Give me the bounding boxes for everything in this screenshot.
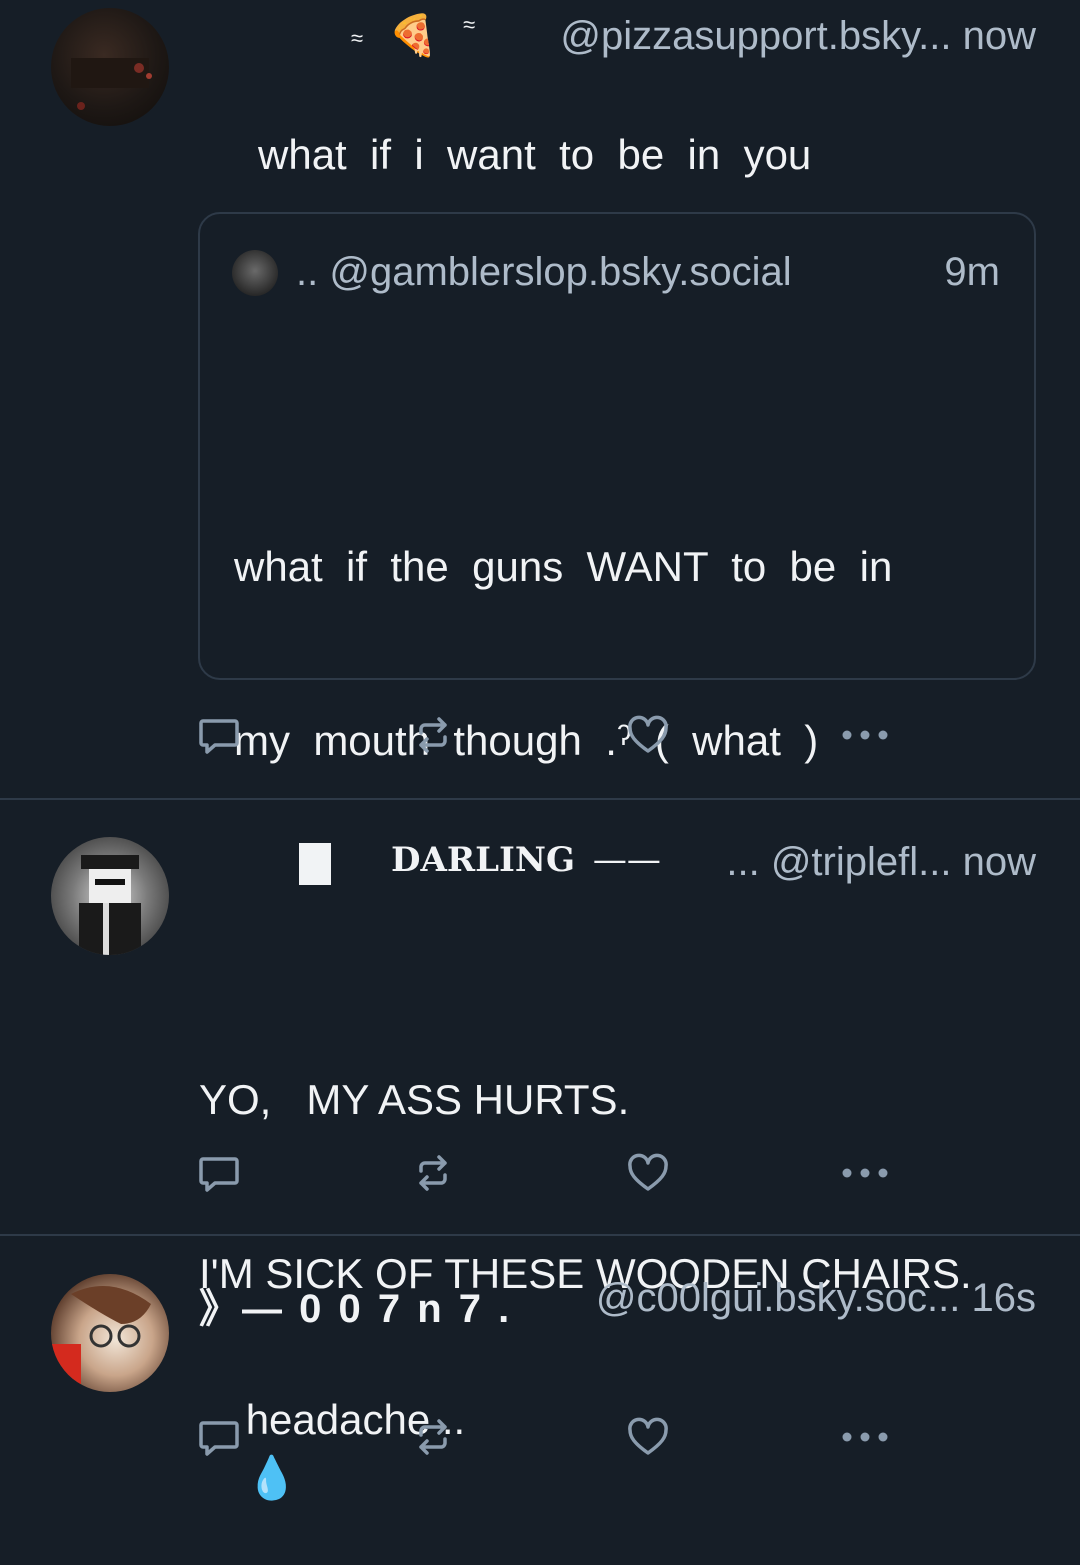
heart-icon (628, 1417, 668, 1455)
more-button[interactable] (835, 1150, 895, 1196)
post-header: ... @triplefl... now (726, 840, 1036, 885)
more-icon (842, 1168, 888, 1178)
post-actions (0, 1150, 1080, 1200)
pizza-emoji-icon: 🍕 (388, 14, 439, 58)
quote-timestamp[interactable]: 9m (944, 250, 1000, 295)
more-button[interactable] (835, 1414, 895, 1460)
reply-icon (199, 719, 239, 754)
handle-prefix: ... (726, 840, 760, 884)
like-button[interactable] (625, 1150, 671, 1196)
post-text-line-1: YO, MY ASS HURTS. (199, 1076, 630, 1123)
post-header: @c00lgui.bsky.soc... 16s (596, 1276, 1036, 1321)
avatar-triplefl[interactable] (51, 837, 169, 955)
post-header: ≈ 🍕 ≈ @pizzasupport.bsky... now (351, 12, 1036, 59)
post-text: what if i want to be in you (258, 131, 812, 178)
post-1[interactable]: ≈ 🍕 ≈ @pizzasupport.bsky... now what if … (0, 0, 1080, 798)
repost-icon (419, 1155, 447, 1191)
heart-icon (628, 715, 668, 753)
repost-button[interactable] (410, 712, 456, 758)
more-button[interactable] (835, 712, 895, 758)
reply-icon (199, 1421, 239, 1456)
handle[interactable]: @pizzasupport.bsky... (560, 14, 951, 58)
repost-icon (419, 1419, 447, 1455)
display-name-text: DARLING (391, 840, 576, 880)
display-name[interactable]: 》— 0 0 7 n 7 . (199, 1276, 512, 1334)
display-name[interactable]: ≈ (351, 25, 363, 50)
quote-prefix: .. (296, 250, 319, 294)
repost-button[interactable] (410, 1414, 456, 1460)
reply-button[interactable] (196, 712, 242, 758)
quoted-post[interactable]: .. @gamblerslop.bsky.social 9m what if t… (198, 212, 1036, 764)
handle[interactable]: @triplefl... (771, 840, 952, 884)
quote-handle[interactable]: @gamblerslop.bsky.social (329, 250, 791, 294)
timestamp[interactable]: 16s (972, 1276, 1037, 1320)
more-icon (842, 1432, 888, 1442)
handle[interactable]: @c00lgui.bsky.soc... (596, 1276, 960, 1320)
post-actions (0, 1414, 1080, 1464)
post-3[interactable]: 》— 0 0 7 n 7 . @c00lgui.bsky.soc... 16s … (0, 1236, 1080, 1501)
like-button[interactable] (625, 1414, 671, 1460)
quote-header: .. @gamblerslop.bsky.social (296, 250, 792, 295)
block-glyph-icon (299, 843, 331, 885)
reply-icon (199, 1157, 239, 1192)
timestamp[interactable]: now (963, 14, 1036, 58)
repost-icon (419, 717, 447, 753)
timestamp[interactable]: now (963, 840, 1036, 884)
like-button[interactable] (625, 712, 671, 758)
display-name[interactable]: DARLING —— (391, 840, 661, 880)
post-actions (0, 712, 1080, 762)
repost-button[interactable] (410, 1150, 456, 1196)
display-name-dash: —— (592, 840, 661, 880)
avatar-pizzasupport[interactable] (51, 8, 169, 126)
avatar-c00lgui[interactable] (51, 1274, 169, 1392)
quote-text-line-1: what if the guns WANT to be in (234, 543, 893, 590)
display-name-tail: ≈ (463, 12, 476, 37)
reply-button[interactable] (196, 1414, 242, 1460)
quote-avatar (232, 250, 278, 296)
more-icon (842, 730, 888, 740)
heart-icon (628, 1153, 668, 1191)
reply-button[interactable] (196, 1150, 242, 1196)
post-2[interactable]: DARLING —— ... @triplefl... now YO, MY A… (0, 800, 1080, 1297)
